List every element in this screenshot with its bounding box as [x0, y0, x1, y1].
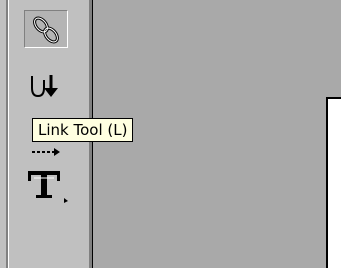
link-tool-button[interactable] — [24, 10, 68, 48]
type-t-icon — [28, 171, 68, 203]
document-page[interactable] — [326, 97, 341, 268]
unlink-tool-button[interactable] — [24, 66, 68, 104]
chain-link-icon — [33, 16, 59, 44]
text-tool-button[interactable] — [24, 165, 68, 203]
tooltip: Link Tool (L) — [32, 118, 134, 142]
flyout-arrow-icon — [64, 198, 68, 203]
left-rail — [0, 0, 10, 268]
rail-divider — [6, 0, 9, 268]
unlink-arrow-icon — [31, 75, 58, 98]
